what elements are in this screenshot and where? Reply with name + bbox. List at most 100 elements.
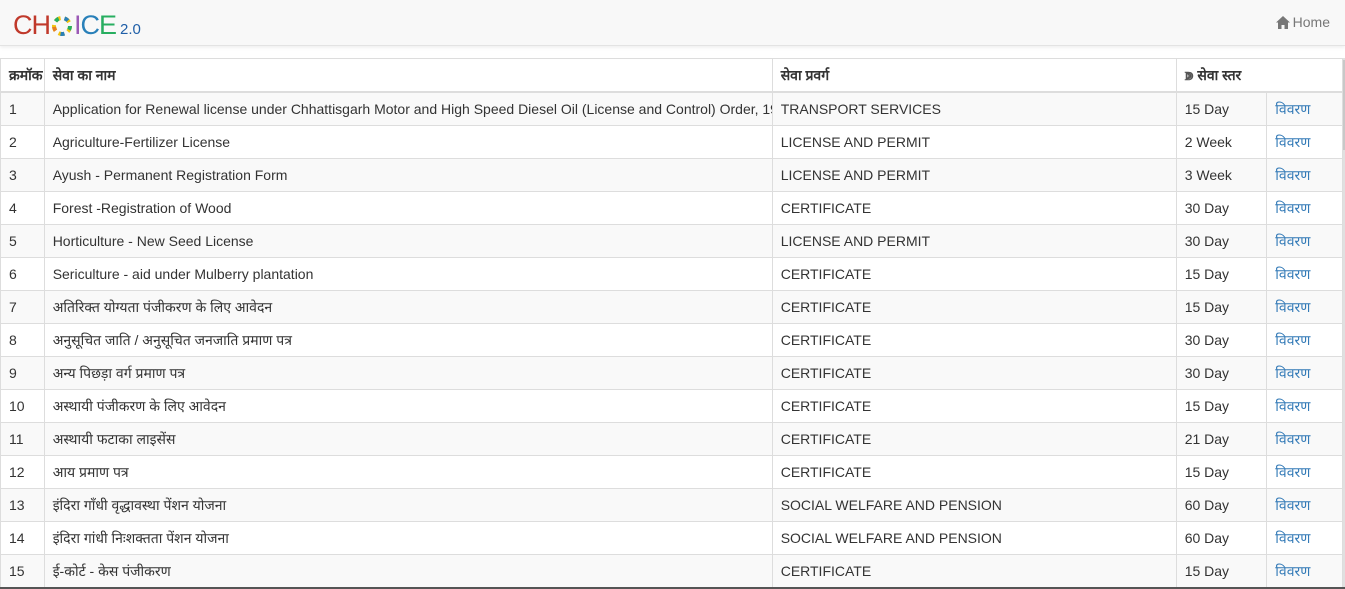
cell-service-level: 15 Day — [1175, 91, 1268, 126]
home-link[interactable]: Home — [1275, 14, 1330, 30]
detail-link[interactable]: विवरण — [1275, 167, 1310, 183]
cell-service-level: 30 Day — [1175, 323, 1268, 357]
cell-detail: विवरण — [1266, 125, 1343, 159]
cell-service-level: 3 Week — [1175, 158, 1268, 192]
cell-detail: विवरण — [1266, 257, 1343, 291]
cell-detail: विवरण — [1266, 455, 1343, 489]
cell-service-level: 15 Day — [1175, 389, 1268, 423]
cell-service-name: Forest -Registration of Wood — [43, 191, 773, 225]
table-row: 14 इंदिरा गांधी निःशक्तता पेंशन योजना SOCI… — [0, 521, 1343, 555]
table-row: 7 अतिरिक्त योग्यता पंजीकरण के लिए आवेदन CE… — [0, 290, 1343, 324]
table-row: 15 ई-कोर्ट - केस पंजीकरण CERTIFICATE 15 Day… — [0, 554, 1343, 588]
detail-link[interactable]: विवरण — [1275, 134, 1310, 150]
brand-logo[interactable]: C H I C E 2.0 — [13, 9, 141, 39]
cell-service-level: 15 Day — [1175, 554, 1268, 588]
header-service-level[interactable]: ↇ सेवा स्तर — [1175, 58, 1343, 93]
brand-version: 2.0 — [120, 21, 141, 38]
detail-link[interactable]: विवरण — [1275, 299, 1310, 315]
cell-service-name: Horticulture - New Seed License — [43, 224, 773, 258]
cell-serial-number: 6 — [0, 257, 45, 291]
cell-detail: विवरण — [1266, 91, 1343, 126]
table-row: 1 Application for Renewal license under C… — [0, 91, 1343, 126]
table-row: 8 अनुसूचित जाति / अनुसूचित जनजाति प्रमाण … — [0, 323, 1343, 357]
cell-service-name: अतिरिक्त योग्यता पंजीकरण के लिए आवेदन — [43, 290, 773, 324]
cell-detail: विवरण — [1266, 158, 1343, 192]
cell-service-level: 30 Day — [1175, 191, 1268, 225]
table-row: 2 Agriculture-Fertilizer License LICENSE A… — [0, 125, 1343, 159]
cell-service-level: 30 Day — [1175, 224, 1268, 258]
cell-serial-number: 11 — [0, 422, 45, 456]
cell-service-category: CERTIFICATE — [771, 422, 1177, 456]
cell-service-category: SOCIAL WELFARE AND PENSION — [771, 488, 1177, 522]
cell-service-category: CERTIFICATE — [771, 257, 1177, 291]
cell-service-category: CERTIFICATE — [771, 356, 1177, 390]
cell-serial-number: 2 — [0, 125, 45, 159]
detail-link[interactable]: विवरण — [1275, 431, 1310, 447]
cell-serial-number: 4 — [0, 191, 45, 225]
cell-service-name: अस्थायी पंजीकरण के लिए आवेदन — [43, 389, 773, 423]
table-header-row: क्रमॉक सेवा का नाम सेवा प्रवर्ग ↇ सेवा स्… — [0, 58, 1343, 93]
brand-o-ring-icon — [51, 15, 73, 37]
cell-service-category: CERTIFICATE — [771, 323, 1177, 357]
cell-serial-number: 10 — [0, 389, 45, 423]
brand-letter-c2: C — [80, 10, 100, 40]
cell-service-name: अस्थायी फटाका लाइसेंस — [43, 422, 773, 456]
detail-link[interactable]: विवरण — [1275, 563, 1310, 579]
cell-detail: विवरण — [1266, 521, 1343, 555]
cell-serial-number: 3 — [0, 158, 45, 192]
cell-detail: विवरण — [1266, 290, 1343, 324]
cell-detail: विवरण — [1266, 356, 1343, 390]
cell-serial-number: 8 — [0, 323, 45, 357]
cell-service-name: इंदिरा गाँधी वृद्धावस्था पेंशन योजना — [43, 488, 773, 522]
detail-link[interactable]: विवरण — [1275, 200, 1310, 216]
cell-service-name: आय प्रमाण पत्र — [43, 455, 773, 489]
cell-serial-number: 12 — [0, 455, 45, 489]
cell-serial-number: 9 — [0, 356, 45, 390]
header-service-name[interactable]: सेवा का नाम — [43, 58, 773, 93]
table-body: 1 Application for Renewal license under C… — [0, 91, 1343, 588]
brand-letter-e: E — [99, 10, 117, 40]
sort-icon[interactable]: ↇ — [1185, 69, 1194, 84]
services-table-container[interactable]: क्रमॉक सेवा का नाम सेवा प्रवर्ग ↇ सेवा स्… — [0, 58, 1343, 589]
detail-link[interactable]: विवरण — [1275, 266, 1310, 282]
cell-service-level: 21 Day — [1175, 422, 1268, 456]
cell-detail: विवरण — [1266, 488, 1343, 522]
cell-service-category: CERTIFICATE — [771, 554, 1177, 588]
cell-detail: विवरण — [1266, 389, 1343, 423]
detail-link[interactable]: विवरण — [1275, 398, 1310, 414]
detail-link[interactable]: विवरण — [1275, 464, 1310, 480]
table-row: 11 अस्थायी फटाका लाइसेंस CERTIFICATE 21 Day… — [0, 422, 1343, 456]
header-service-category[interactable]: सेवा प्रवर्ग — [771, 58, 1177, 93]
home-label: Home — [1292, 14, 1330, 30]
brand-letter-c: C — [13, 10, 32, 40]
cell-serial-number: 7 — [0, 290, 45, 324]
cell-serial-number: 1 — [0, 91, 45, 126]
cell-detail: विवरण — [1266, 323, 1343, 357]
home-icon — [1275, 15, 1290, 29]
cell-service-category: CERTIFICATE — [771, 389, 1177, 423]
detail-link[interactable]: विवरण — [1275, 530, 1310, 546]
cell-service-level: 60 Day — [1175, 488, 1268, 522]
detail-link[interactable]: विवरण — [1275, 101, 1310, 117]
cell-service-name: अन्य पिछड़ा वर्ग प्रमाण पत्र — [43, 356, 773, 390]
cell-detail: विवरण — [1266, 224, 1343, 258]
detail-link[interactable]: विवरण — [1275, 497, 1310, 513]
detail-link[interactable]: विवरण — [1275, 365, 1310, 381]
cell-service-category: CERTIFICATE — [771, 191, 1177, 225]
cell-service-level: 2 Week — [1175, 125, 1268, 159]
cell-service-level: 15 Day — [1175, 257, 1268, 291]
brand-wordmark: C H I C E — [13, 10, 117, 40]
detail-link[interactable]: विवरण — [1275, 332, 1310, 348]
cell-serial-number: 14 — [0, 521, 45, 555]
cell-service-level: 15 Day — [1175, 455, 1268, 489]
cell-service-name: Agriculture-Fertilizer License — [43, 125, 773, 159]
cell-detail: विवरण — [1266, 191, 1343, 225]
cell-service-name: ई-कोर्ट - केस पंजीकरण — [43, 554, 773, 588]
top-navbar: C H I C E 2.0 Home — [0, 0, 1345, 46]
header-serial-number[interactable]: क्रमॉक — [0, 58, 45, 93]
cell-service-category: SOCIAL WELFARE AND PENSION — [771, 521, 1177, 555]
table-row: 13 इंदिरा गाँधी वृद्धावस्था पेंशन योजना SO… — [0, 488, 1343, 522]
detail-link[interactable]: विवरण — [1275, 233, 1310, 249]
cell-service-level: 30 Day — [1175, 356, 1268, 390]
cell-service-category: CERTIFICATE — [771, 455, 1177, 489]
